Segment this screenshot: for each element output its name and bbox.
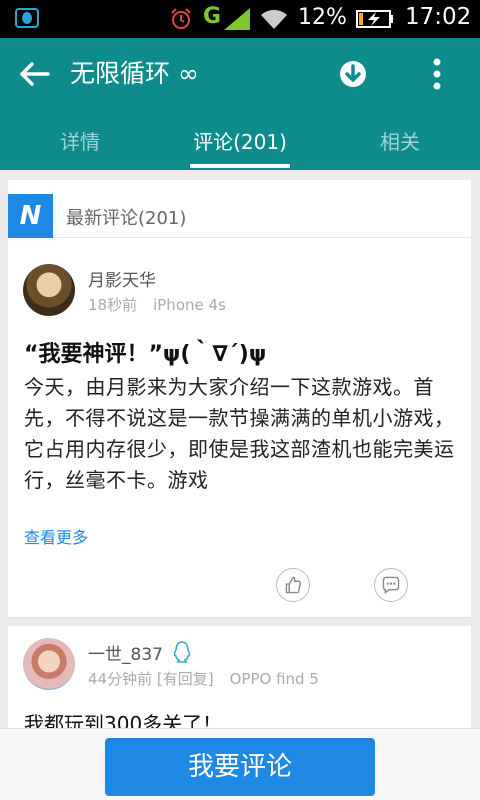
tab-indicator [190, 164, 290, 168]
comment-meta: 44分钟前 [有回复] OPPO find 5 [88, 668, 319, 689]
battery-percent: 12% [298, 5, 347, 30]
signal-icon [224, 8, 250, 30]
comment-meta: 18秒前 iPhone 4s [88, 294, 226, 315]
tab-related[interactable]: 相关 [320, 122, 480, 170]
download-icon[interactable] [338, 59, 368, 89]
comment-title: “我要神评！”ψ(｀∇´)ψ [24, 342, 267, 367]
comment-device: iPhone 4s [153, 296, 226, 314]
back-arrow-icon[interactable] [16, 56, 56, 92]
tab-details[interactable]: 详情 [0, 122, 160, 170]
chat-bubble-icon[interactable] [374, 568, 408, 602]
avatar[interactable] [23, 638, 75, 690]
reply-tag: [有回复] [156, 670, 214, 688]
comment-time: 18秒前 [88, 296, 138, 314]
thumb-up-icon[interactable] [276, 568, 310, 602]
section-title: 最新评论(201) [66, 208, 187, 229]
avatar[interactable] [23, 264, 75, 316]
write-comment-button[interactable]: 我要评论 [105, 738, 375, 796]
comment-body: 今天，由月影来为大家介绍一下这款游戏。首先，不得不说这是一款节操满满的单机小游戏… [24, 375, 455, 492]
alarm-icon [171, 8, 191, 29]
battery-charging-icon [356, 10, 393, 28]
wifi-icon [261, 9, 287, 29]
more-vert-icon[interactable] [422, 57, 452, 91]
user-name[interactable]: 月影天华 [88, 266, 156, 291]
status-bar: G 12% 17:02 [0, 0, 480, 38]
network-type: G [203, 4, 222, 29]
qq-notification-icon [15, 8, 39, 28]
app-bar: 无限循环 ∞ 详情 评论(201) 相关 [0, 38, 480, 170]
tab-comments[interactable]: 评论(201) [160, 122, 320, 170]
section-header: N 最新评论(201) [8, 194, 471, 238]
tab-bar: 详情 评论(201) 相关 [0, 122, 480, 170]
qq-icon [173, 641, 191, 663]
user-name[interactable]: 一世_837 [88, 640, 163, 665]
comment-time: 44分钟前 [88, 670, 153, 688]
n-badge-icon: N [8, 194, 53, 238]
comment-device: OPPO find 5 [229, 670, 319, 688]
comment-card: N 最新评论(201) 月影天华 18秒前 iPhone 4s “我要神评！”ψ(… [8, 180, 471, 618]
bottom-bar: 我要评论 [0, 728, 480, 800]
clock: 17:02 [405, 4, 472, 30]
comments-list[interactable]: N 最新评论(201) 月影天华 18秒前 iPhone 4s “我要神评！”ψ(… [0, 170, 480, 800]
page-title: 无限循环 ∞ [70, 59, 199, 88]
see-more-link[interactable]: 查看更多 [24, 524, 88, 548]
